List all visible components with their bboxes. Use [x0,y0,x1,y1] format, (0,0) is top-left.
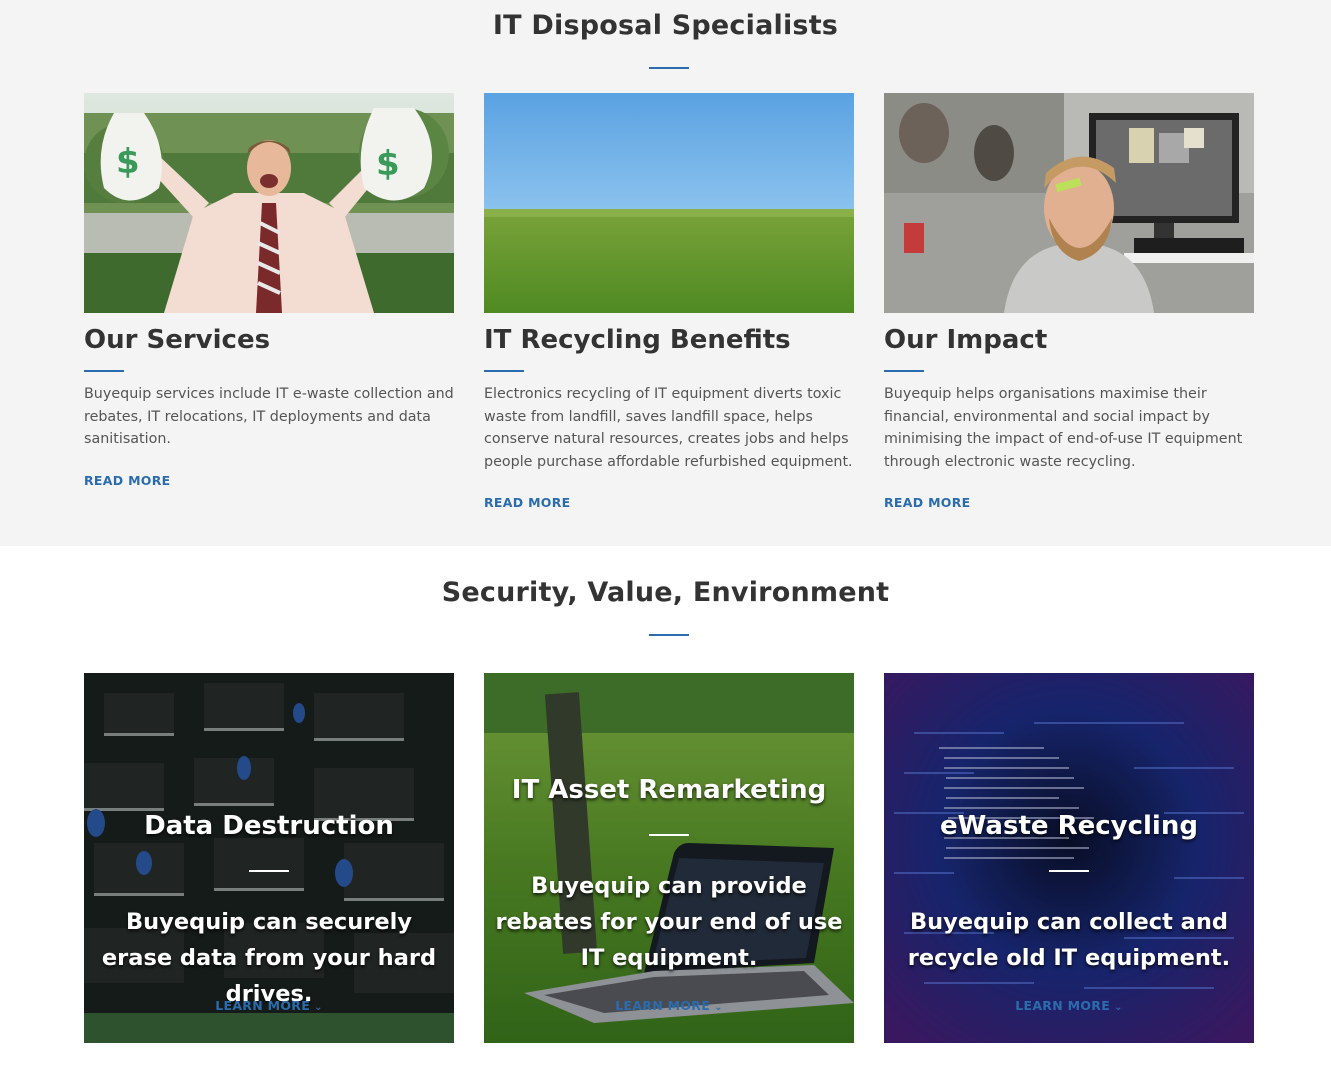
card-image-services[interactable]: $ $ [84,93,454,313]
disposal-specialists-section: IT Disposal Specialists $ $ Our Services… [0,0,1331,546]
section-title: IT Disposal Specialists [492,10,839,41]
learn-more-label: LEARN MORE [615,998,711,1013]
read-more-link[interactable]: READ MORE [84,473,171,488]
read-more-link[interactable]: READ MORE [484,495,571,510]
tile-description: Buyequip can provide rebates for your en… [495,873,843,971]
tile-it-asset-remarketing[interactable]: IT Asset Remarketing Buyequip can provid… [484,673,854,1043]
card-our-services: $ $ Our Services Buyequip services inclu… [84,93,454,488]
tile-title: IT Asset Remarketing [511,775,827,805]
chevron-down-icon: ⌄ [1114,1002,1123,1013]
card-image-impact[interactable] [884,93,1254,313]
title-divider [649,634,689,636]
card-description: Electronics recycling of IT equipment di… [484,386,853,471]
card-description: Buyequip helps organisations maximise th… [884,386,1243,471]
tile-title: Data Destruction [144,811,394,841]
card-divider [484,370,524,372]
learn-more-label: LEARN MORE [215,998,311,1013]
chevron-down-icon: ⌄ [314,1002,323,1013]
chevron-down-icon: ⌄ [714,1002,723,1013]
tile-description: Buyequip can collect and recycle old IT … [907,909,1231,971]
card-title: Our Impact [884,325,1048,355]
read-more-link[interactable]: READ MORE [884,495,971,510]
tile-divider [249,870,289,872]
section-title: Security, Value, Environment [441,577,890,608]
learn-more-label: LEARN MORE [1015,998,1111,1013]
card-divider [884,370,924,372]
card-our-impact: Our Impact Buyequip helps organisations … [884,93,1254,510]
learn-more-link[interactable]: LEARN MORE ⌄ [84,998,454,1013]
tile-overlay [884,673,1254,1043]
security-value-environment-section: Security, Value, Environment Data Destru… [0,546,1331,1069]
card-it-recycling-benefits: IT Recycling Benefits Electronics recycl… [484,93,854,510]
title-divider [649,67,689,69]
card-divider [84,370,124,372]
learn-more-link[interactable]: LEARN MORE ⌄ [484,998,854,1013]
svg-text:$: $ [376,144,400,184]
learn-more-link[interactable]: LEARN MORE ⌄ [884,998,1254,1013]
card-title: IT Recycling Benefits [484,325,791,355]
tile-title: eWaste Recycling [940,811,1198,841]
card-description: Buyequip services include IT e-waste col… [84,386,454,448]
tile-data-destruction[interactable]: Data Destruction Buyequip can securely e… [84,673,454,1043]
tile-divider [1049,870,1089,872]
card-image-recycling[interactable] [484,93,854,313]
tile-ewaste-recycling[interactable]: eWaste Recycling Buyequip can collect an… [884,673,1254,1043]
tile-divider [649,834,689,836]
tile-overlay [484,673,854,1043]
svg-text:$: $ [116,142,140,182]
tile-description: Buyequip can securely erase data from yo… [101,909,437,1007]
card-title: Our Services [84,325,271,355]
